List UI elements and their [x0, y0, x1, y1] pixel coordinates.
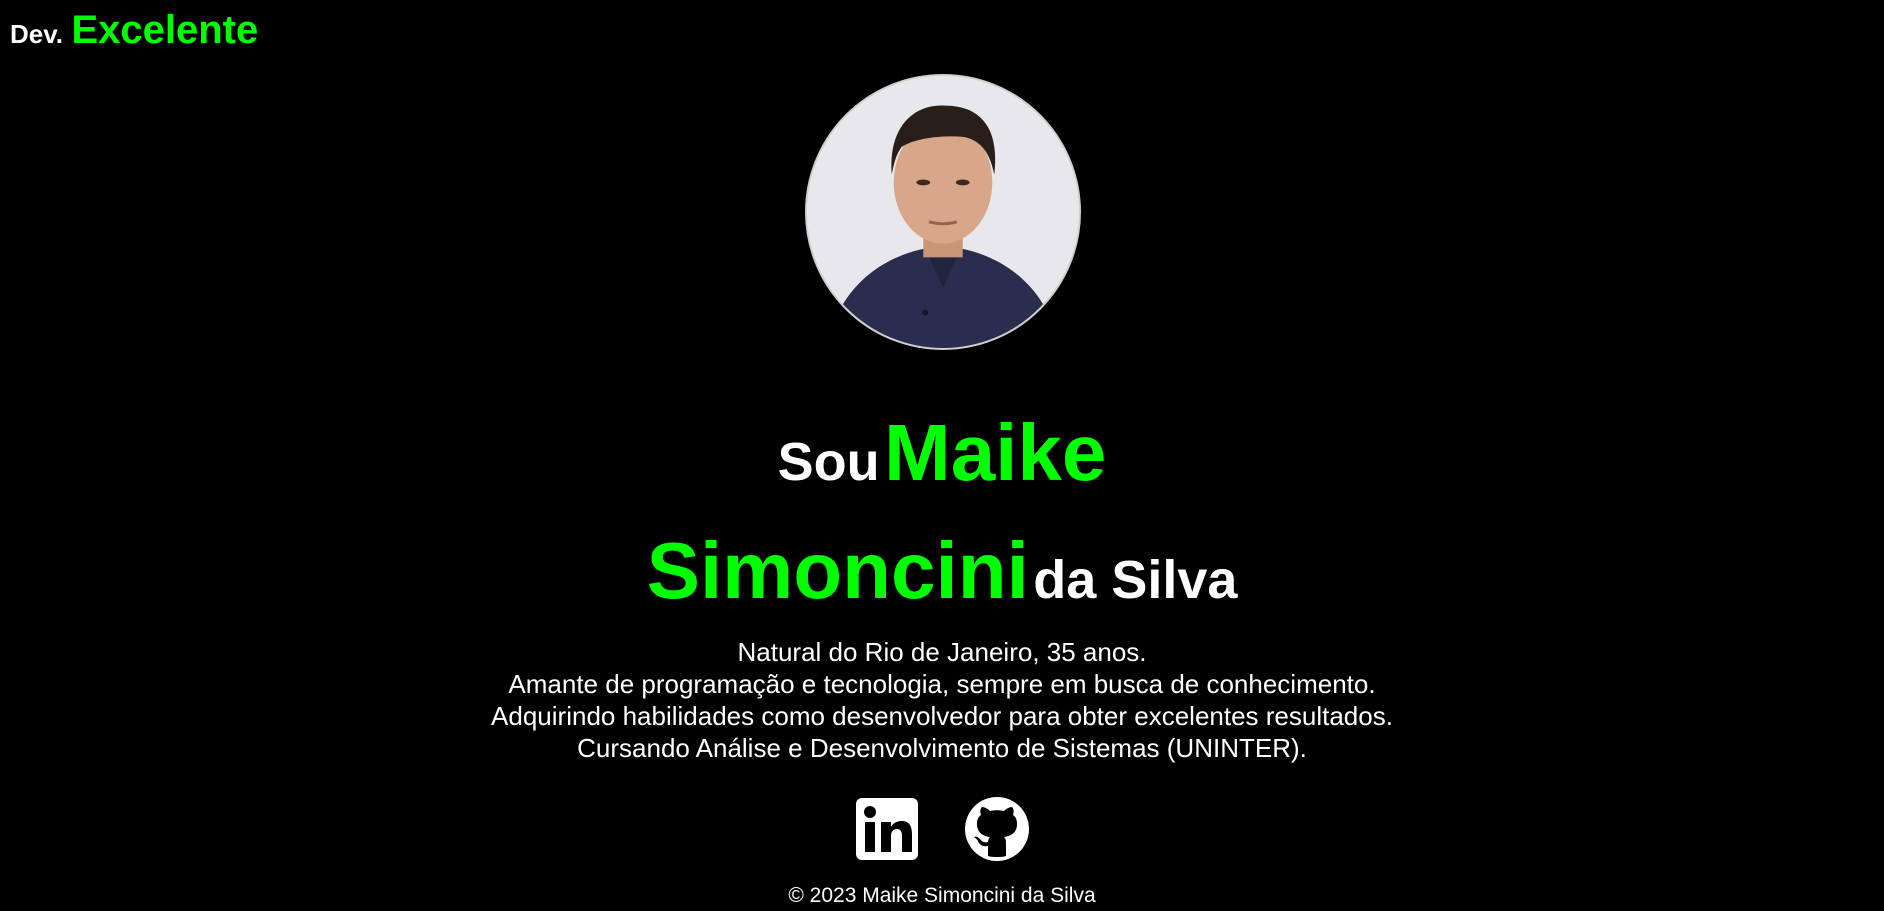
title-line-2: Simoncini da Silva	[0, 523, 1884, 641]
bio-line: Cursando Análise e Desenvolvimento de Si…	[577, 733, 1307, 763]
linkedin-link[interactable]	[854, 796, 920, 862]
brand-logo[interactable]: Dev. Excelente	[10, 8, 258, 53]
github-link[interactable]	[964, 796, 1030, 862]
github-icon	[965, 797, 1029, 861]
page-title: Sou Maike Simoncini da Silva	[0, 405, 1884, 641]
footer-copyright: © 2023 Maike Simoncini da Silva	[788, 884, 1096, 907]
brand-accent: Excelente	[71, 8, 259, 52]
title-word-simoncini: Simoncini	[646, 526, 1029, 615]
bio-line: Amante de programação e tecnologia, semp…	[508, 669, 1376, 699]
avatar	[805, 74, 1081, 350]
social-links	[0, 796, 1884, 862]
brand-prefix: Dev.	[10, 19, 63, 49]
title-word-maike: Maike	[884, 408, 1107, 497]
bio-line: Adquirindo habilidades como desenvolvedo…	[491, 701, 1393, 731]
linkedin-icon	[856, 798, 918, 860]
bio-line: Natural do Rio de Janeiro, 35 anos.	[737, 637, 1147, 667]
title-line-1: Sou Maike	[0, 405, 1884, 523]
profile-photo-icon	[807, 76, 1079, 348]
bio-text: Natural do Rio de Janeiro, 35 anos. Aman…	[0, 636, 1884, 764]
page: Dev. Excelente Sou Maike Simoncini da Si…	[0, 0, 1884, 911]
title-word-sou: Sou	[777, 432, 880, 492]
title-word-da-silva: da Silva	[1033, 550, 1238, 610]
